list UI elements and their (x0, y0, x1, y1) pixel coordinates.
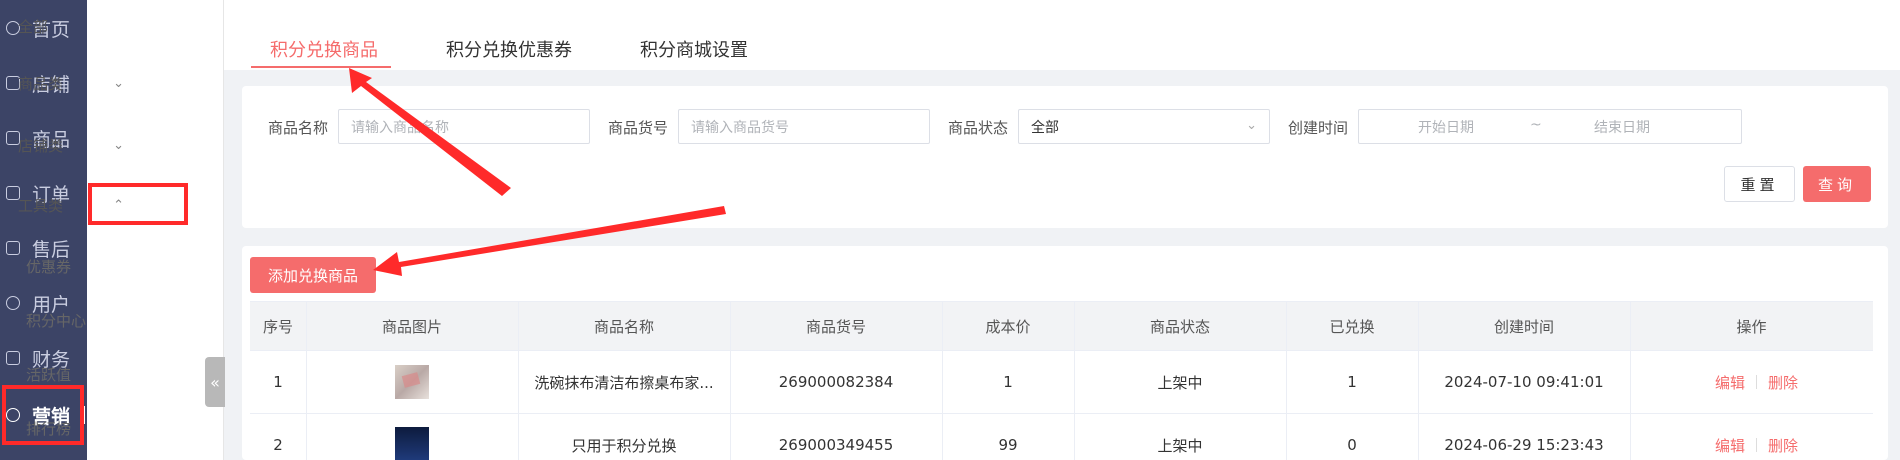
column-header: 创建时间 (1493, 317, 1554, 336)
column-header: 序号 (262, 317, 293, 336)
active-indicator (82, 406, 86, 424)
column-header: 已兑换 (1329, 317, 1375, 336)
subnav-label: 商品类 (18, 74, 64, 93)
cell-cost: 1 (1003, 373, 1013, 391)
goods-name-label: 商品名称 (268, 119, 329, 137)
cell-sku: 269000349455 (778, 436, 894, 454)
column-header: 商品状态 (1149, 317, 1210, 336)
goods-status-select[interactable]: 全部 ⌄ (1018, 109, 1270, 144)
cell-status: 上架中 (1157, 436, 1203, 455)
subnav-activity[interactable]: 活跃值 (26, 364, 71, 385)
cell-created-time: 2024-07-10 09:41:01 (1444, 373, 1604, 391)
subnav-label: 工具类 (18, 196, 64, 215)
cell-status: 上架中 (1157, 373, 1203, 392)
goods-name-input[interactable]: 请输入商品名称 (338, 109, 590, 144)
goods-image (395, 365, 429, 399)
goods-sku-label: 商品货号 (608, 119, 669, 137)
end-date-input[interactable]: 结束日期 (1594, 117, 1650, 137)
subnav-goods-class[interactable]: 商品类 ⌄ (18, 68, 128, 98)
after-sale-icon (6, 241, 20, 255)
tab-points-settings[interactable]: 积分商城设置 (640, 36, 748, 62)
delete-link[interactable]: 删除 (1768, 372, 1798, 393)
filter-panel (242, 86, 1888, 228)
tab-points-goods[interactable]: 积分兑换商品 (270, 36, 378, 62)
column-divider (306, 301, 307, 460)
goods-status-label: 商品状态 (948, 119, 1009, 137)
column-header: 商品图片 (381, 317, 442, 336)
action-divider (1756, 375, 1757, 389)
chevron-down-icon: ⌄ (113, 137, 124, 153)
select-value: 全部 (1031, 119, 1059, 136)
subnav-label: 全部 (18, 17, 49, 36)
tab-active-underline (251, 66, 391, 68)
cell-redeemed: 1 (1347, 373, 1357, 391)
subnav-coupon[interactable]: 优惠券 (26, 256, 71, 277)
action-divider (1756, 438, 1757, 452)
user-icon (6, 296, 20, 310)
chevron-down-icon: ⌄ (113, 75, 124, 91)
goods-sku-input[interactable]: 请输入商品货号 (678, 109, 930, 144)
goods-image (395, 427, 429, 460)
cell-goods-name: 只用于积分兑换 (571, 436, 677, 455)
column-header: 操作 (1736, 317, 1767, 336)
column-header: 商品名称 (593, 317, 654, 336)
created-time-label: 创建时间 (1288, 119, 1349, 137)
subnav-all[interactable]: 全部 (18, 11, 128, 41)
edit-link[interactable]: 编辑 (1715, 435, 1745, 456)
tab-points-coupon[interactable]: 积分兑换优惠券 (446, 36, 572, 62)
start-date-input[interactable]: 开始日期 (1418, 117, 1474, 137)
subnav-label: 店铺类 (18, 136, 64, 155)
add-points-goods-button[interactable]: 添加兑换商品 (250, 257, 376, 293)
chevron-down-icon: ⌄ (1246, 118, 1257, 133)
delete-link[interactable]: 删除 (1768, 435, 1798, 456)
subnav-store-class[interactable]: 店铺类 ⌄ (18, 130, 128, 160)
reset-button[interactable]: 重置 (1724, 166, 1795, 202)
edit-link[interactable]: 编辑 (1715, 372, 1745, 393)
finance-icon (6, 351, 20, 365)
subnav-tool-class[interactable]: 工具类 ⌃ (18, 190, 128, 220)
marketing-icon (6, 408, 20, 422)
column-divider (1630, 301, 1631, 460)
date-range-separator: ~ (1530, 117, 1542, 133)
double-chevron-left-icon: « (210, 372, 220, 392)
cell-goods-name: 洗碗抹布清洁布擦桌布家... (534, 373, 714, 392)
subnav-points-center[interactable]: 积分中心 (26, 310, 86, 331)
cell-no: 2 (273, 436, 283, 454)
query-button[interactable]: 查询 (1803, 166, 1871, 202)
column-header: 成本价 (985, 317, 1031, 336)
subnav-ranking[interactable]: 排行榜 (26, 418, 71, 439)
cell-created-time: 2024-06-29 15:23:43 (1444, 436, 1604, 454)
cell-redeemed: 0 (1347, 436, 1357, 454)
cell-no: 1 (273, 373, 283, 391)
collapse-sidebar-button[interactable]: « (205, 357, 225, 407)
chevron-up-icon: ⌃ (113, 197, 124, 213)
date-range-picker[interactable] (1358, 109, 1742, 144)
column-header: 商品货号 (805, 317, 866, 336)
cell-sku: 269000082384 (778, 373, 894, 391)
cell-cost: 99 (998, 436, 1018, 454)
